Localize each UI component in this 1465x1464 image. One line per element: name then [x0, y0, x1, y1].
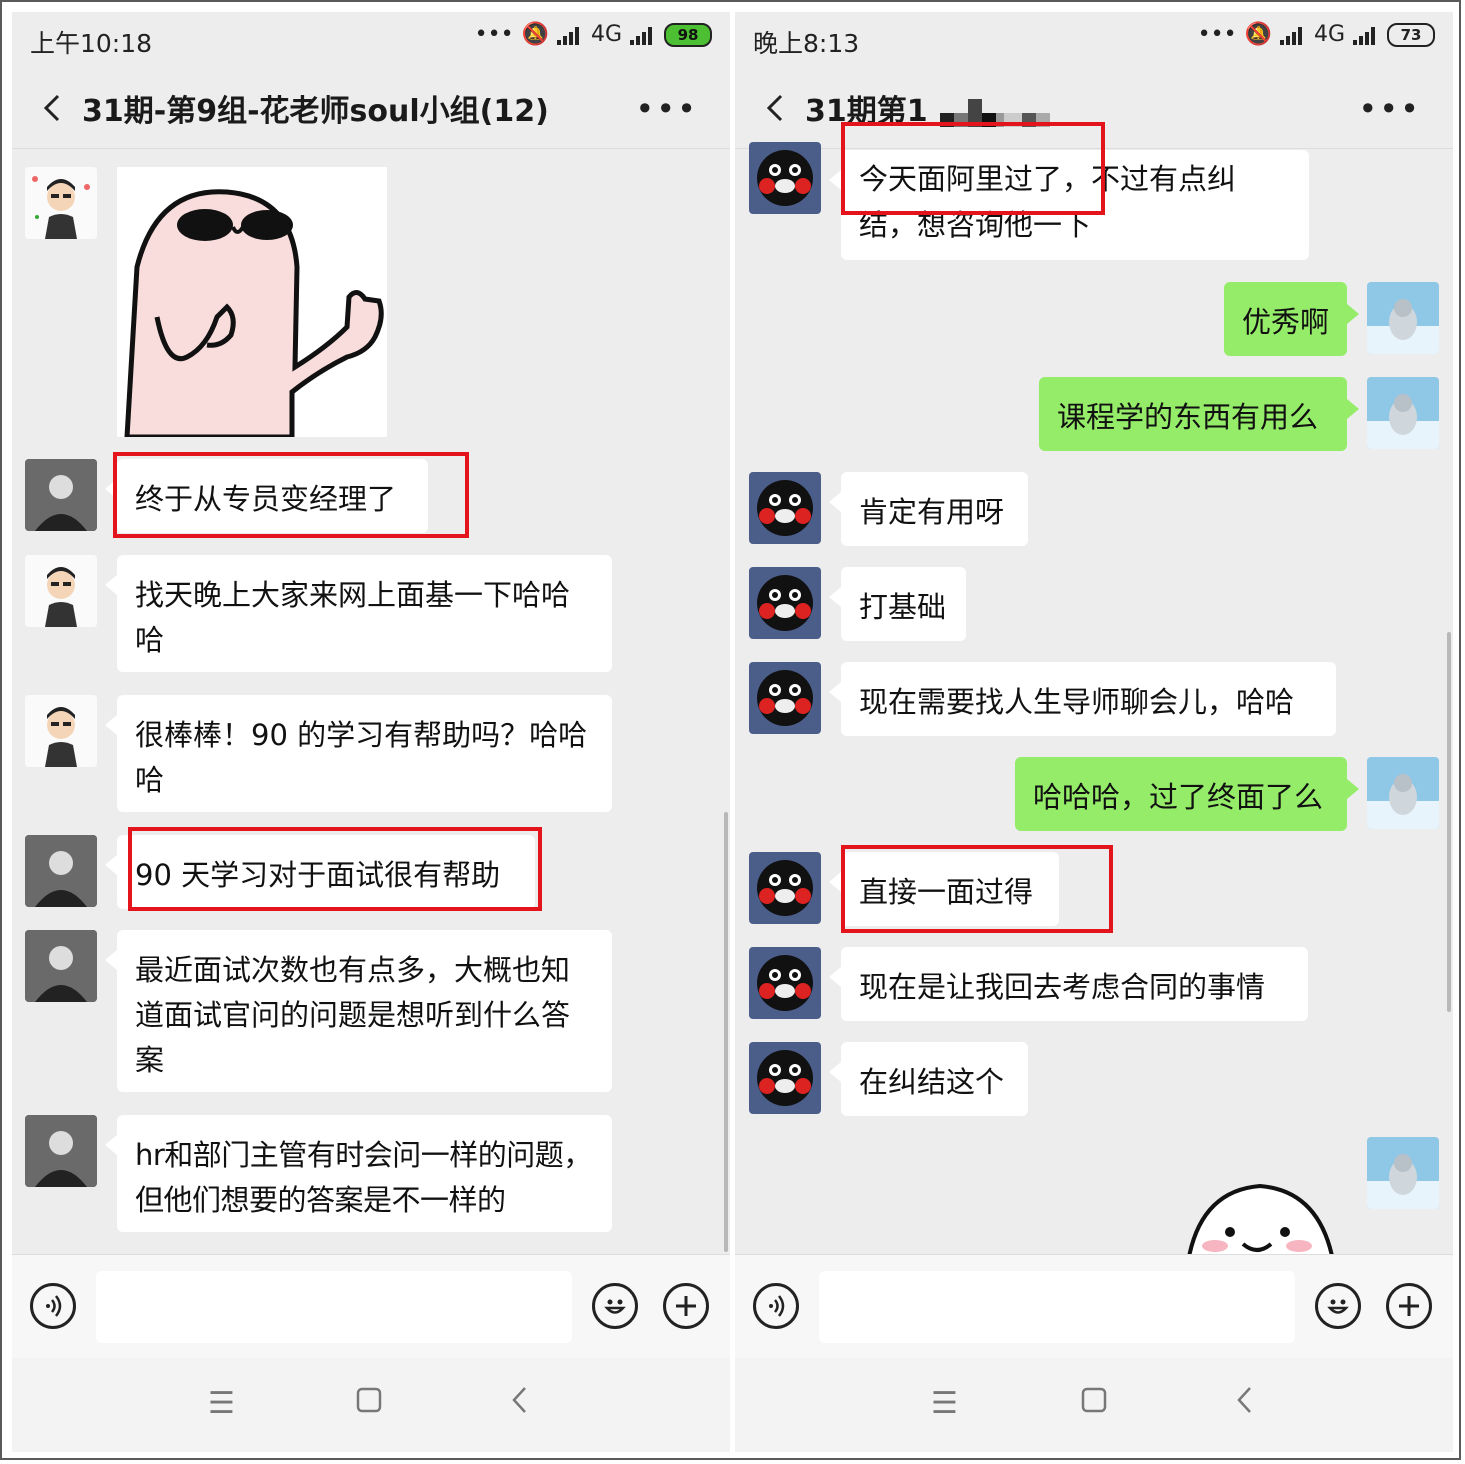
status-time: 晚上8:13 — [753, 29, 860, 58]
status-bar: 晚上8:13 ••• 🔕 4G 73 — [735, 12, 1453, 68]
avatar-self[interactable] — [1367, 377, 1439, 449]
right-phone-screen: 晚上8:13 ••• 🔕 4G 73 31期第1 ••• 今天面阿里过了，不过有… — [735, 12, 1453, 1452]
message-bubble[interactable]: 肯定有用呀 — [829, 472, 1028, 546]
message-bubble[interactable]: 找天晚上大家来网上面基一下哈哈哈 — [105, 555, 612, 672]
voice-icon[interactable] — [30, 1283, 76, 1329]
message-bubble-outgoing[interactable]: 课程学的东西有用么 — [1039, 377, 1359, 451]
home-icon[interactable] — [1081, 1386, 1107, 1421]
avatar[interactable] — [25, 930, 97, 1002]
message-bubble[interactable]: 在纠结这个 — [829, 1042, 1028, 1116]
battery-icon: 98 — [664, 22, 712, 47]
avatar[interactable] — [25, 555, 97, 627]
highlight-box — [841, 845, 1113, 933]
avatar[interactable] — [749, 947, 821, 1019]
signal-icon — [1279, 25, 1306, 45]
plus-icon[interactable] — [663, 1283, 709, 1329]
avatar[interactable] — [25, 167, 97, 239]
network-type: 4G — [1313, 22, 1345, 47]
home-icon[interactable] — [356, 1386, 382, 1421]
mute-bell-icon: 🔕 — [521, 22, 549, 47]
avatar[interactable] — [25, 459, 97, 531]
more-icon[interactable]: ••• — [1358, 90, 1421, 128]
highlight-box — [841, 122, 1105, 215]
avatar[interactable] — [749, 1042, 821, 1114]
more-icon[interactable]: ••• — [635, 90, 698, 128]
avatar-self[interactable] — [1367, 757, 1439, 829]
avatar[interactable] — [749, 472, 821, 544]
status-time: 上午10:18 — [30, 29, 153, 58]
status-bar: 上午10:18 ••• 🔕 4G 98 — [12, 12, 730, 68]
message-bubble[interactable]: 很棒棒！90 的学习有帮助吗？哈哈哈 — [105, 695, 612, 812]
scrollbar[interactable] — [724, 812, 728, 1252]
emoji-icon[interactable] — [592, 1283, 638, 1329]
message-input[interactable] — [819, 1271, 1295, 1343]
avatar[interactable] — [25, 835, 97, 907]
system-nav-bar: ☰ — [735, 1358, 1453, 1452]
avatar[interactable] — [749, 852, 821, 924]
chat-header: 31期-第9组-花老师soul小组(12) ••• — [12, 68, 730, 149]
avatar[interactable] — [25, 1115, 97, 1187]
voice-icon[interactable] — [753, 1283, 799, 1329]
menu-icon[interactable]: ☰ — [208, 1386, 235, 1421]
nav-back-icon[interactable] — [510, 1386, 530, 1422]
avatar[interactable] — [749, 142, 821, 214]
sticker-thumbs-up[interactable] — [117, 167, 387, 440]
back-icon[interactable] — [761, 92, 793, 124]
scrollbar[interactable] — [1447, 632, 1451, 1012]
avatar[interactable] — [749, 567, 821, 639]
avatar[interactable] — [25, 695, 97, 767]
highlight-box — [128, 827, 542, 911]
mute-bell-icon: 🔕 — [1244, 22, 1272, 47]
sticker-smile[interactable] — [1175, 1182, 1345, 1254]
message-bubble-outgoing[interactable]: 优秀啊 — [1224, 282, 1359, 356]
plus-icon[interactable] — [1386, 1283, 1432, 1329]
message-bubble[interactable]: hr和部门主管有时会问一样的问题，但他们想要的答案是不一样的 — [105, 1115, 612, 1232]
more-dots-icon: ••• — [1197, 22, 1237, 47]
highlight-box — [113, 452, 469, 538]
network-type: 4G — [590, 22, 622, 47]
menu-icon[interactable]: ☰ — [931, 1386, 958, 1421]
more-dots-icon: ••• — [474, 22, 514, 47]
message-bubble[interactable]: 现在需要找人生导师聊会儿，哈哈 — [829, 662, 1336, 736]
message-bubble[interactable]: 最近面试次数也有点多，大概也知道面试官问的问题是想听到什么答案 — [105, 930, 612, 1092]
avatar-self[interactable] — [1367, 1137, 1439, 1209]
input-bar — [12, 1254, 730, 1359]
chat-title: 31期-第9组-花老师soul小组(12) — [82, 94, 549, 129]
system-nav-bar: ☰ — [12, 1358, 730, 1452]
nav-back-icon[interactable] — [1235, 1386, 1255, 1422]
signal-icon-2 — [630, 25, 656, 45]
status-icons: ••• 🔕 4G 73 — [1198, 22, 1435, 47]
status-icons: ••• 🔕 4G 98 — [475, 22, 712, 47]
back-icon[interactable] — [38, 92, 70, 124]
battery-icon: 73 — [1387, 22, 1435, 47]
signal-icon-2 — [1353, 25, 1379, 45]
message-bubble[interactable]: 现在是让我回去考虑合同的事情 — [829, 947, 1308, 1021]
message-bubble[interactable]: 打基础 — [829, 567, 966, 641]
signal-icon — [556, 25, 583, 45]
emoji-icon[interactable] — [1315, 1283, 1361, 1329]
message-input[interactable] — [96, 1271, 572, 1343]
avatar[interactable] — [749, 662, 821, 734]
message-bubble-outgoing[interactable]: 哈哈哈，过了终面了么 — [1015, 757, 1359, 831]
left-phone-screen: 上午10:18 ••• 🔕 4G 98 31期-第9组-花老师soul小组(12… — [12, 12, 730, 1452]
input-bar — [735, 1254, 1453, 1359]
avatar-self[interactable] — [1367, 282, 1439, 354]
